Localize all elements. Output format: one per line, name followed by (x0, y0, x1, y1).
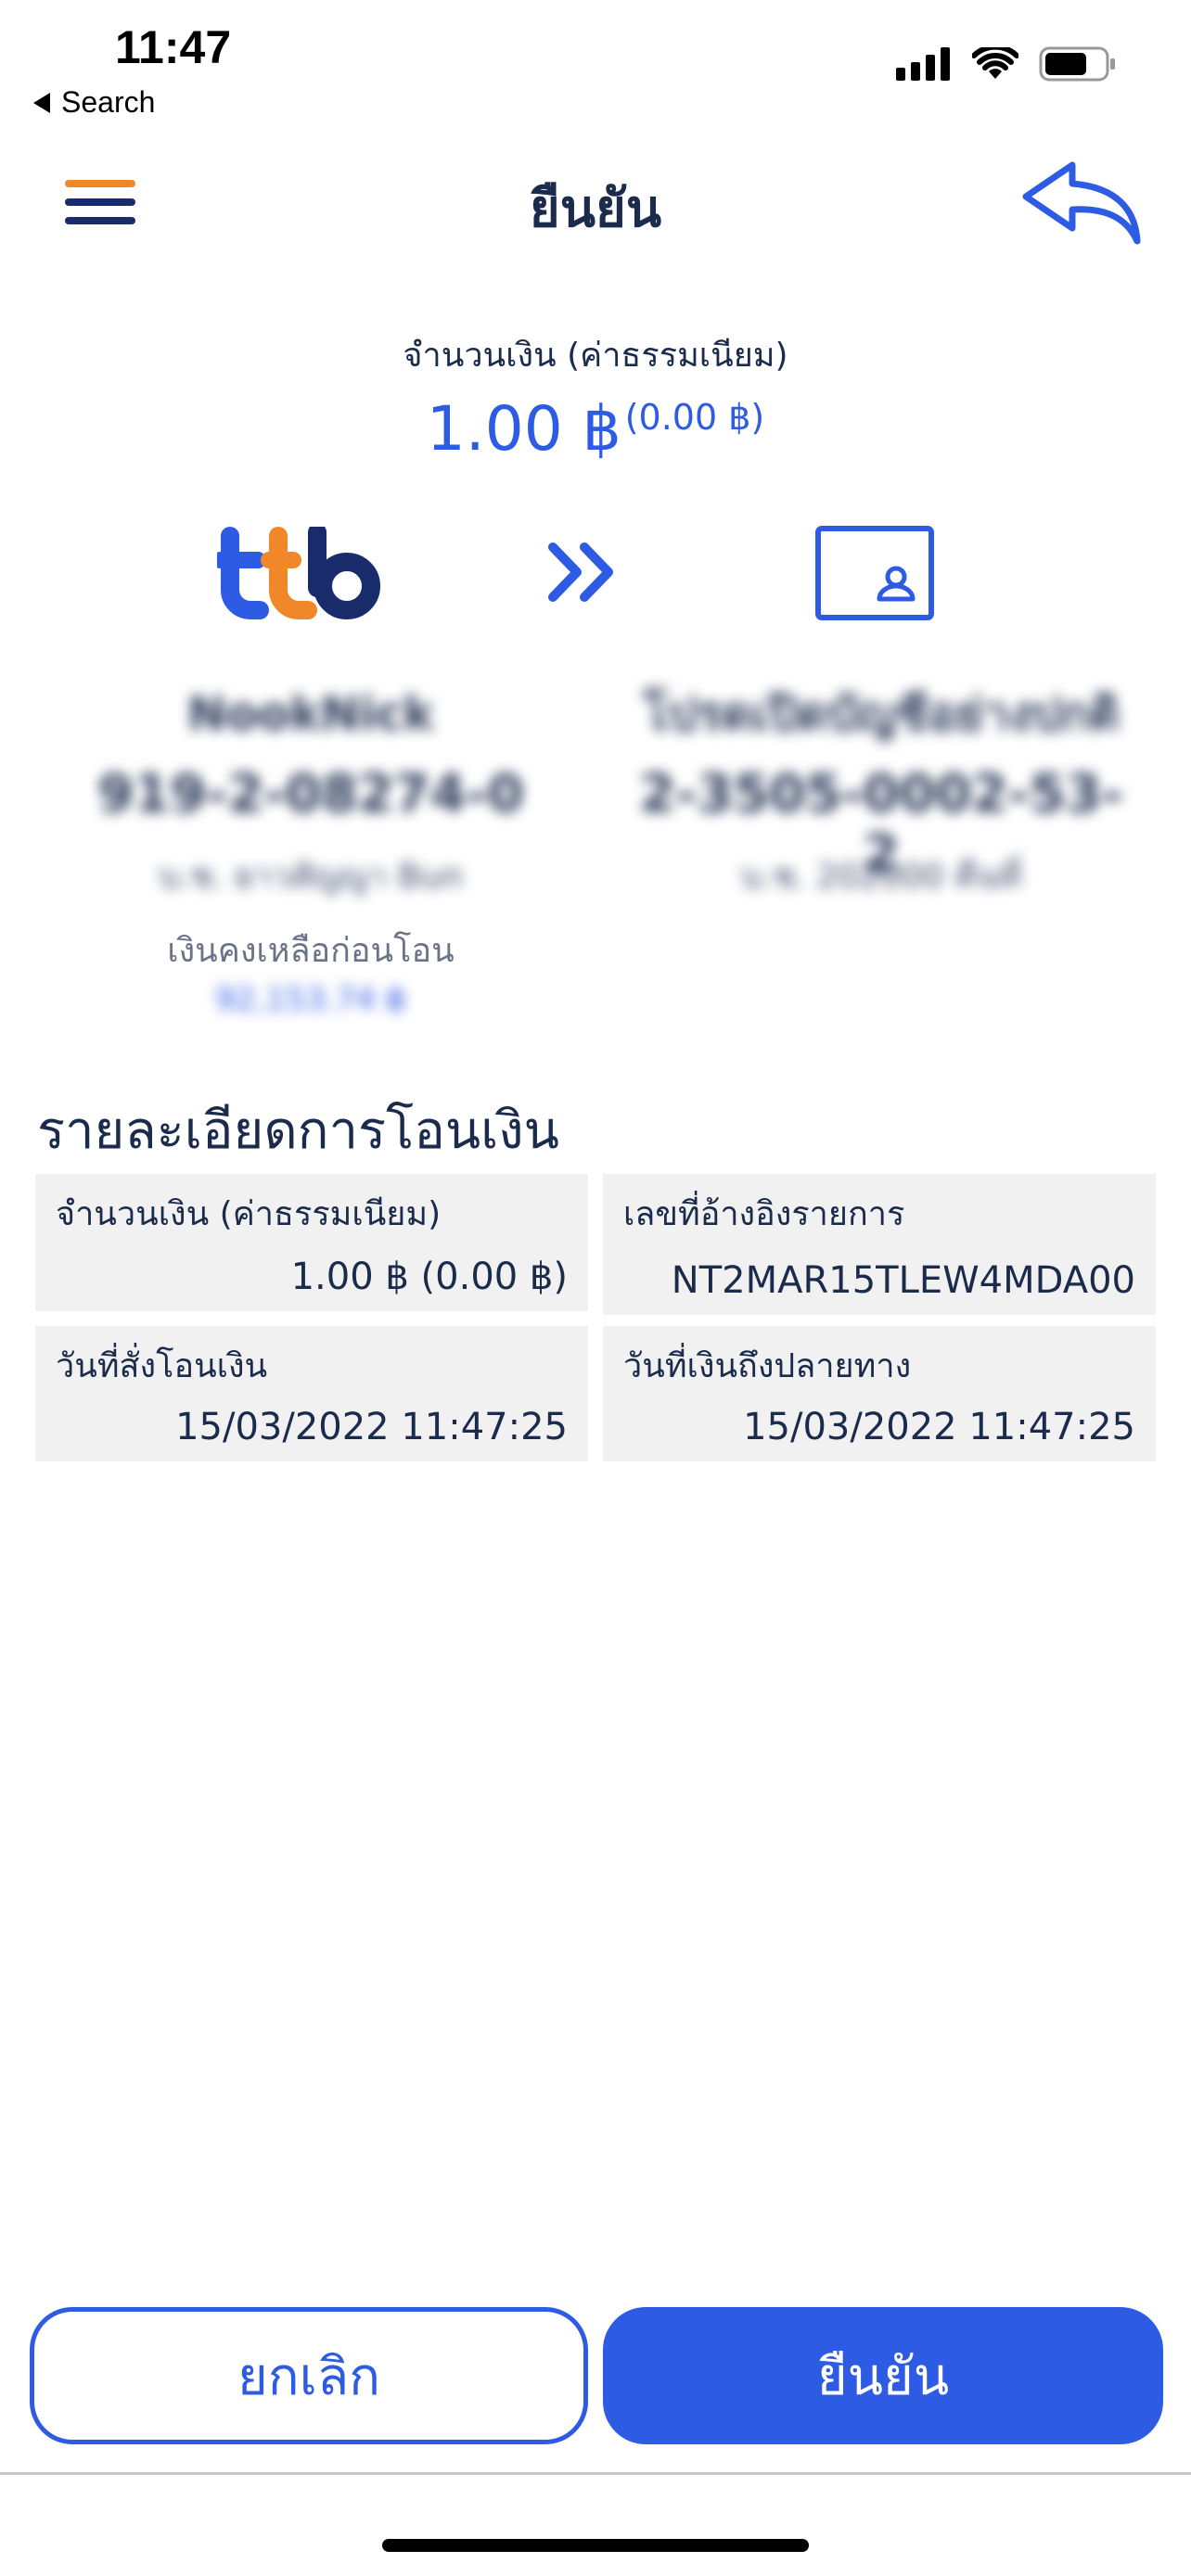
detail-value: 15/03/2022 11:47:25 (743, 1406, 1135, 1448)
detail-value: 1.00 ฿ (0.00 ฿) (290, 1256, 568, 1298)
back-to-app-link[interactable]: Search (33, 85, 155, 120)
amount-label: จำนวนเงิน (ค่าธรรมเนียม) (403, 337, 788, 375)
detail-label: จำนวนเงิน (ค่าธรรมเนียม) (56, 1195, 442, 1233)
cancel-button[interactable]: ยกเลิก (30, 2307, 588, 2444)
from-account-bank: บ.ช. ยาวสัญญา Bun (158, 858, 464, 896)
ttb-bank-logo (217, 527, 380, 619)
from-account-number: 919-2-08274-0 (97, 764, 524, 824)
bottom-divider (0, 2472, 1191, 2475)
detail-arrival-date: วันที่เงินถึงปลายทาง 15/03/2022 11:47:25 (603, 1326, 1156, 1461)
detail-label: วันที่เงินถึงปลายทาง (623, 1347, 912, 1385)
status-bar: 11:47 Search (0, 0, 1191, 130)
details-section-title: รายละเอียดการโอนเงิน (37, 1101, 559, 1161)
cellular-signal-icon (896, 47, 950, 81)
detail-label: เลขที่อ้างอิงรายการ (623, 1195, 905, 1233)
contact-card-icon (815, 526, 934, 620)
amount-value: 1.00 ฿ (426, 393, 621, 465)
status-icons (896, 46, 1117, 82)
from-account-name: NookNick (187, 687, 434, 741)
confirm-button[interactable]: ยืนยัน (603, 2307, 1163, 2444)
return-arrow-icon[interactable] (1017, 156, 1146, 249)
page-title: ยืนยัน (529, 179, 662, 239)
detail-order-date: วันที่สั่งโอนเงิน 15/03/2022 11:47:25 (35, 1326, 588, 1461)
battery-icon (1039, 46, 1115, 82)
detail-label: วันที่สั่งโอนเงิน (56, 1347, 268, 1385)
back-app-label: Search (61, 85, 156, 119)
wifi-icon (972, 47, 1018, 79)
to-account: โปรดเปิดบัญชีอย่างปกติ 2-3505-0002-53-2 … (631, 686, 1132, 924)
back-triangle-icon (33, 92, 50, 113)
to-account-name: โปรดเปิดบัญชีอย่างปกติ (643, 687, 1120, 741)
detail-reference: เลขที่อ้างอิงรายการ NT2MAR15TLEW4MDA00 (603, 1174, 1156, 1315)
status-time: 11:47 (115, 21, 232, 73)
to-account-number: 2-3505-0002-53-2 (639, 764, 1123, 885)
detail-value: NT2MAR15TLEW4MDA00 (671, 1259, 1135, 1302)
amount-fee: (0.00 ฿) (624, 397, 765, 438)
home-indicator[interactable] (382, 2539, 809, 2552)
app-header: ยืนยัน (0, 148, 1191, 260)
from-account: NookNick 919-2-08274-0 บ.ช. ยาวสัญญา Bun… (65, 686, 557, 1018)
balance-value: 92,153.74 ฿ (215, 981, 406, 1018)
to-account-bank: บ.ช. 202000 คืนที่ (740, 858, 1022, 896)
detail-amount: จำนวนเงิน (ค่าธรรมเนียม) 1.00 ฿ (0.00 ฿) (35, 1174, 588, 1311)
amount-display: 1.00 ฿ (0.00 ฿) (0, 393, 1191, 465)
balance-label: เงินคงเหลือก่อนโอน (167, 932, 455, 970)
detail-value: 15/03/2022 11:47:25 (175, 1406, 568, 1448)
double-chevron-right-icon (548, 542, 613, 602)
